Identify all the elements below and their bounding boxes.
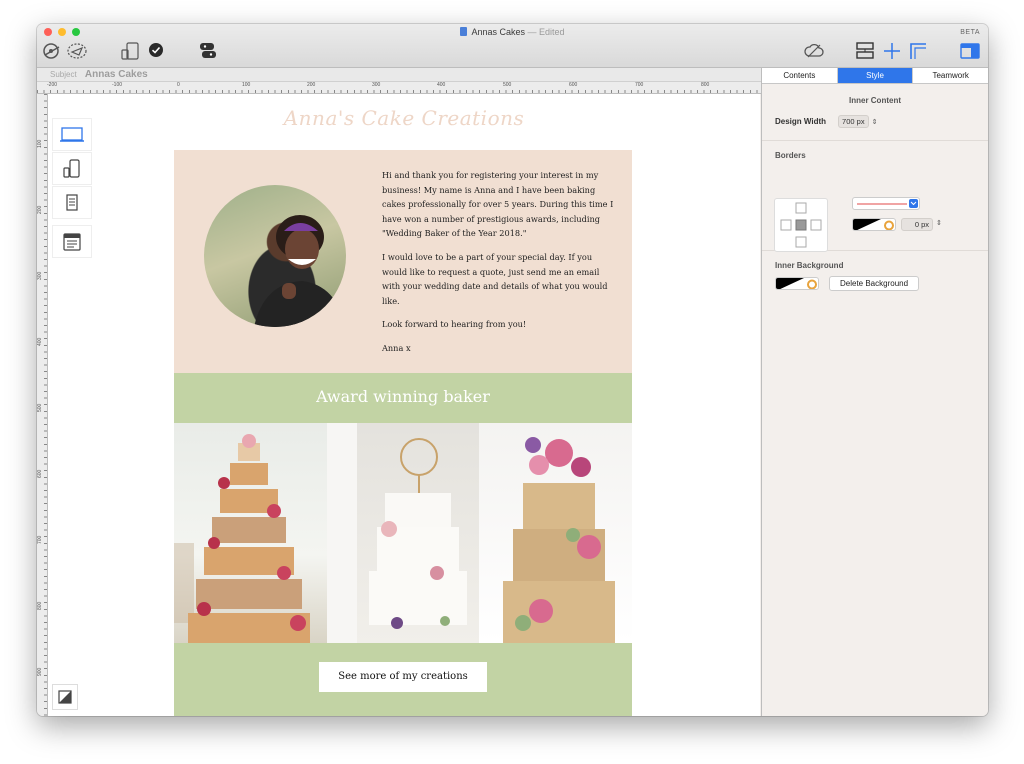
inspector-tabs: Contents Style Teamwork [762,68,988,84]
ruler-tick: 900 [37,667,43,676]
background-color-well[interactable] [775,277,819,290]
sidebar-toggle-icon[interactable] [960,42,980,60]
ruler-tick: 700 [37,535,43,544]
ruler-tick: 500 [37,403,43,412]
ruler-tick: 500 [503,82,512,88]
inbox-preview-button[interactable] [52,225,92,258]
ruler-tick: 400 [437,82,446,88]
ruler-tick: 600 [37,469,43,478]
plain-text-view-button[interactable] [52,186,92,219]
beta-badge: BETA [960,29,980,36]
ruler-tick: 800 [701,82,710,88]
cake-photo[interactable] [174,423,327,643]
layout-blocks-icon[interactable] [855,42,875,60]
move-crosshair-icon[interactable] [882,42,902,60]
intro-paragraph: I would love to be a part of your specia… [382,251,608,306]
preview-toggle-icon[interactable] [42,42,64,60]
ruler-tick: 100 [37,139,43,148]
delete-background-button[interactable]: Delete Background [829,276,920,291]
stepper-icon[interactable]: ⇕ [872,118,878,126]
award-heading[interactable]: Award winning baker [174,373,632,423]
cake-photo[interactable] [479,423,633,643]
send-test-icon[interactable] [66,42,88,60]
inner-background-row: Delete Background [762,276,988,291]
ruler-tick: 200 [307,82,316,88]
device-preview-icon[interactable] [121,42,141,60]
ruler-tick: -100 [112,82,123,88]
horizontal-ruler: -200 -100 0 100 200 300 400 500 600 700 … [37,82,761,94]
border-color-well[interactable] [852,218,896,231]
design-width-field[interactable]: 700 px [838,115,869,128]
canvas-corner-button[interactable] [52,684,78,710]
signature: Anna x [382,342,411,353]
ruler-tick: 600 [569,82,578,88]
email-body: Hi and thank you for registering your in… [174,150,633,716]
borders-title: Borders [775,151,806,160]
tab-teamwork[interactable]: Teamwork [913,68,988,83]
tab-style[interactable]: Style [837,68,914,83]
cake-gallery[interactable] [174,423,633,643]
cake-photo[interactable] [326,423,480,643]
padding-corner-icon[interactable] [908,42,928,60]
cta-section: See more of my creations [174,643,632,716]
subject-bar[interactable]: Subject Annas Cakes [37,68,761,82]
tab-contents[interactable]: Contents [762,68,838,83]
border-style-select[interactable] [852,197,920,210]
titlebar: Annas Cakes — Edited BETA [37,24,988,68]
inspector-panel: Contents Style Teamwork Inner Content De… [761,68,988,716]
vertical-ruler: 100 200 300 400 500 600 700 800 900 [37,94,48,716]
email-canvas[interactable]: Anna's Cake Creations Hi and thank you f… [48,94,760,716]
intro-text: Hi and thank you for registering your in… [382,168,618,365]
inner-background-title: Inner Background [775,261,844,270]
ruler-tick: 700 [635,82,644,88]
email-script-title: Anna's Cake Creations [283,106,525,130]
ruler-tick: 400 [37,337,43,346]
document-icon [460,27,468,36]
cloud-icon[interactable] [803,42,825,60]
divider [762,140,988,141]
border-width-field[interactable]: 0 px [901,218,933,231]
check-icon[interactable] [148,42,164,58]
device-selector [52,118,92,258]
merge-tags-icon[interactable] [198,42,218,60]
edited-status: — Edited [527,27,565,37]
intro-paragraph: Hi and thank you for registering your in… [382,170,614,239]
ruler-tick: 300 [372,82,381,88]
intro-section[interactable]: Hi and thank you for registering your in… [174,150,632,373]
intro-paragraph: Look forward to hearing from you! [382,319,527,330]
app-window: Annas Cakes — Edited BETA Subject Annas … [37,24,988,716]
see-more-button[interactable]: See more of my creations [319,662,487,692]
profile-photo [204,185,346,327]
ruler-tick: 100 [242,82,251,88]
subject-input[interactable]: Annas Cakes [85,69,148,80]
ruler-tick: 300 [37,271,43,280]
border-side-selector[interactable] [774,198,828,252]
window-title: Annas Cakes — Edited [37,27,988,37]
design-width-label: Design Width [775,117,827,126]
stepper-icon[interactable]: ⇕ [936,219,942,227]
ruler-tick: 0 [177,82,180,88]
design-width-row: Design Width 700 px ⇕ [762,115,988,128]
inner-content-title: Inner Content [849,96,901,105]
mobile-view-button[interactable] [52,152,92,185]
ruler-tick: 200 [37,205,43,214]
ruler-tick: 800 [37,601,43,610]
subject-label: Subject [50,70,77,79]
ruler-tick: -200 [47,82,58,88]
